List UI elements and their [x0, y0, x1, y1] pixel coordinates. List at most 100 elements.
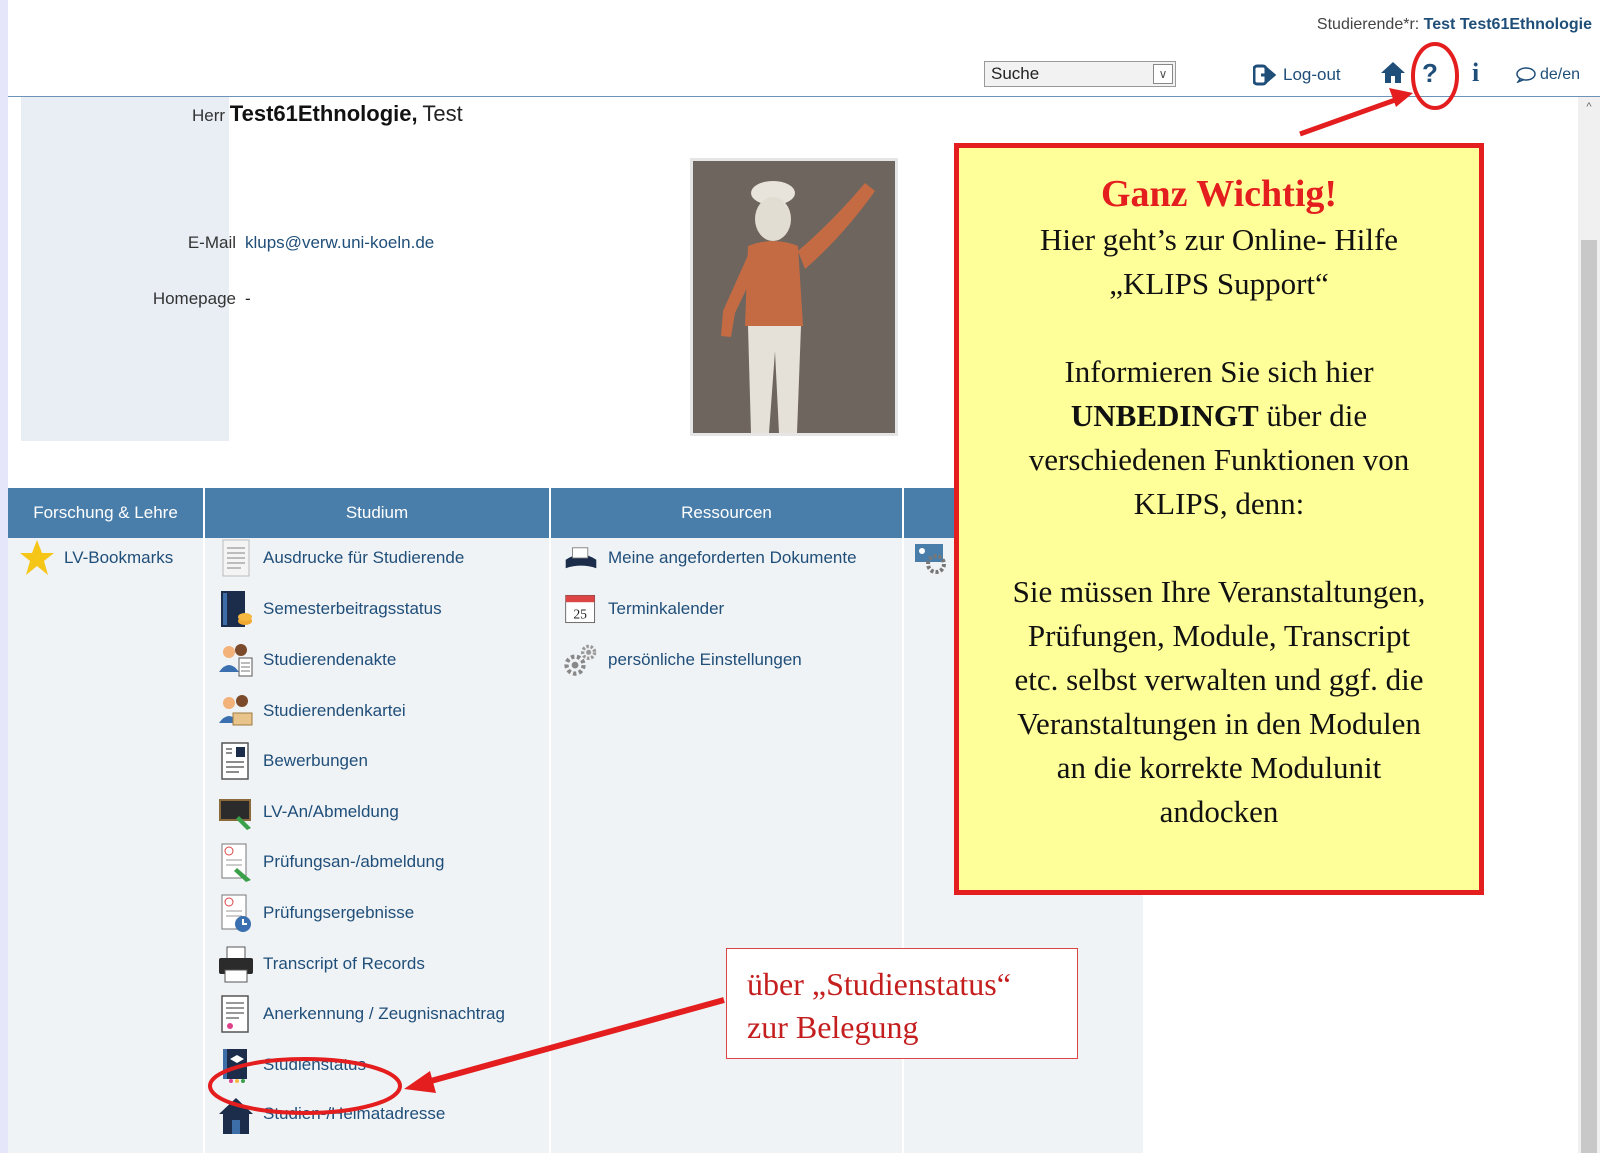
menu-item-anerkennung[interactable]: Anerkennung / Zeugnisnachtrag: [219, 994, 505, 1034]
menu-item-label: persönliche Einstellungen: [608, 650, 802, 669]
menu-item-lv-bookmarks[interactable]: LV-Bookmarks: [20, 538, 173, 578]
vertical-scrollbar[interactable]: ^: [1578, 97, 1600, 1153]
speech-bubble-icon: [1516, 67, 1536, 83]
menu-item-label: Terminkalender: [608, 599, 725, 618]
help-link[interactable]: ?: [1422, 58, 1438, 89]
id-card-gear-icon: [915, 544, 946, 574]
user-label: Studierende*r:: [1316, 16, 1420, 33]
help-arrow-line: [1299, 96, 1399, 137]
klips-window: Studierende*r: Test Test61Ethnologie Suc…: [8, 0, 1600, 1153]
star-icon: [20, 540, 54, 575]
callout-text: verschiedenen Funktionen von: [1028, 442, 1410, 477]
menu-item-semesterbeitrag[interactable]: Semesterbeitragsstatus: [219, 589, 442, 629]
menu-item-heimatadresse[interactable]: Studien-/Heimatadresse: [219, 1094, 445, 1134]
column-header-ressourcen: Ressourcen: [551, 488, 902, 538]
language-switch[interactable]: de/en: [1516, 66, 1580, 84]
question-icon: ?: [1422, 58, 1438, 88]
figurine-image: [693, 161, 895, 433]
callout-text: KLIPS, denn:: [1133, 486, 1305, 521]
print-queue-icon: [565, 547, 597, 569]
callout-text: Hier geht’s zur Online- Hilfe: [1039, 222, 1399, 257]
column-header-studium: Studium: [205, 488, 549, 538]
menu-item-label: Studierendenakte: [263, 650, 397, 669]
info-link[interactable]: i: [1472, 58, 1479, 88]
menu-item-lv-anmeldung[interactable]: LV-An/Abmeldung: [219, 792, 399, 832]
profile-photo: [690, 158, 898, 436]
menu-item-col4[interactable]: [914, 538, 948, 578]
callout-emphasis: UNBEDINGT: [1070, 398, 1259, 433]
application-form-icon: [221, 742, 249, 780]
menu-item-pruefungsergebnisse[interactable]: Prüfungsergebnisse: [219, 893, 414, 933]
note-text: zur Belegung: [747, 1009, 919, 1045]
callout-text: UNBEDINGT über die: [959, 394, 1479, 438]
menu-item-label: Semesterbeitragsstatus: [263, 599, 442, 618]
menu-item-label: Anerkennung / Zeugnisnachtrag: [263, 1004, 505, 1023]
menu-item-label: Studien-/Heimatadresse: [263, 1104, 446, 1123]
callout-text: Informieren Sie sich hier: [1064, 354, 1374, 389]
firstname: Test: [422, 101, 463, 126]
gears-icon: [564, 644, 597, 676]
studienstatus-note: über „Studienstatus“ zur Belegung: [726, 948, 1078, 1059]
logout-icon: [1253, 64, 1277, 86]
book-coins-icon: [221, 591, 252, 627]
menu-item-studienstatus[interactable]: Studienstatus: [219, 1045, 366, 1085]
callout-text: „KLIPS Support“: [1109, 266, 1329, 301]
homepage-label: Homepage: [152, 289, 236, 308]
email-label: E-Mail: [187, 233, 236, 252]
menu-item-label: Meine angeforderten Dokumente: [608, 548, 857, 567]
document-icon: [222, 539, 250, 577]
search-select[interactable]: Suche ∨: [984, 61, 1176, 87]
menu-item-terminkalender[interactable]: 25 Terminkalender: [564, 589, 724, 629]
course-register-icon: [219, 799, 251, 830]
menu-item-label: LV-An/Abmeldung: [263, 802, 399, 821]
home-link[interactable]: [1380, 60, 1406, 84]
user-name[interactable]: Test Test61Ethnologie: [1424, 16, 1592, 33]
person-name: Herr Test61Ethnologie, Test: [192, 101, 463, 127]
scrollbar-thumb[interactable]: [1581, 240, 1597, 1153]
printer-icon: [219, 946, 253, 983]
exam-results-icon: [221, 894, 251, 932]
language-label: de/en: [1540, 66, 1581, 83]
search-value: Suche: [991, 64, 1040, 83]
menu-item-angeforderte-dokumente[interactable]: Meine angeforderten Dokumente: [564, 538, 857, 578]
menu-item-label: LV-Bookmarks: [64, 548, 174, 567]
menu-item-bewerbungen[interactable]: Bewerbungen: [219, 741, 368, 781]
callout-text-rest: über die: [1258, 398, 1368, 433]
homepage-value: -: [245, 289, 251, 308]
menu-item-label: Ausdrucke für Studierende: [263, 548, 465, 567]
callout-text: etc. selbst verwalten und ggf. die: [1014, 662, 1424, 697]
logout-label: Log-out: [1283, 65, 1341, 84]
menu-item-studierendenkartei[interactable]: Studierendenkartei: [219, 691, 406, 731]
callout-text: an die korrekte Modulunit: [1056, 750, 1382, 785]
callout-title: Ganz Wichtig!: [1100, 173, 1338, 215]
menu-item-transcript[interactable]: Transcript of Records: [219, 944, 425, 984]
users-file-icon: [219, 644, 253, 677]
menu-item-pruefungsanmeldung[interactable]: Prüfungsan-/abmeldung: [219, 842, 444, 882]
surname: Test61Ethnologie,: [229, 101, 418, 126]
svg-text:25: 25: [573, 606, 587, 621]
user-info: Studierende*r: Test Test61Ethnologie: [1317, 16, 1592, 34]
menu-item-einstellungen[interactable]: persönliche Einstellungen: [564, 640, 802, 680]
calendar-icon: 25: [565, 594, 596, 624]
menu-column-forschung: Forschung & Lehre: [8, 488, 205, 1153]
home-icon: [1381, 62, 1405, 83]
study-status-icon: [223, 1049, 247, 1083]
menu-item-label: Transcript of Records: [263, 954, 425, 973]
scroll-up-icon[interactable]: ^: [1578, 101, 1600, 113]
exam-register-icon: [221, 843, 251, 882]
menu-item-ausdrucke[interactable]: Ausdrucke für Studierende: [219, 538, 464, 578]
callout-text: Sie müssen Ihre Veranstaltungen,: [1012, 574, 1426, 609]
important-callout: Ganz Wichtig! Hier geht’s zur Online- Hi…: [954, 143, 1484, 895]
email-link[interactable]: klups@verw.uni-koeln.de: [245, 233, 434, 253]
menu-item-label: Studierendenkartei: [263, 701, 406, 720]
logout-link[interactable]: Log-out: [1253, 64, 1341, 86]
chevron-down-icon[interactable]: ∨: [1153, 64, 1173, 84]
users-card-icon: [219, 695, 253, 726]
menu-item-label: Prüfungsergebnisse: [263, 903, 415, 922]
menu-item-label: Studienstatus: [263, 1055, 367, 1074]
callout-text: Prüfungen, Module, Transcript: [1027, 618, 1411, 653]
salutation: Herr: [192, 106, 226, 125]
person-card-background: [21, 97, 229, 441]
menu-item-studierendenakte[interactable]: Studierendenakte: [219, 640, 396, 680]
help-arrow-head: [1389, 88, 1413, 107]
